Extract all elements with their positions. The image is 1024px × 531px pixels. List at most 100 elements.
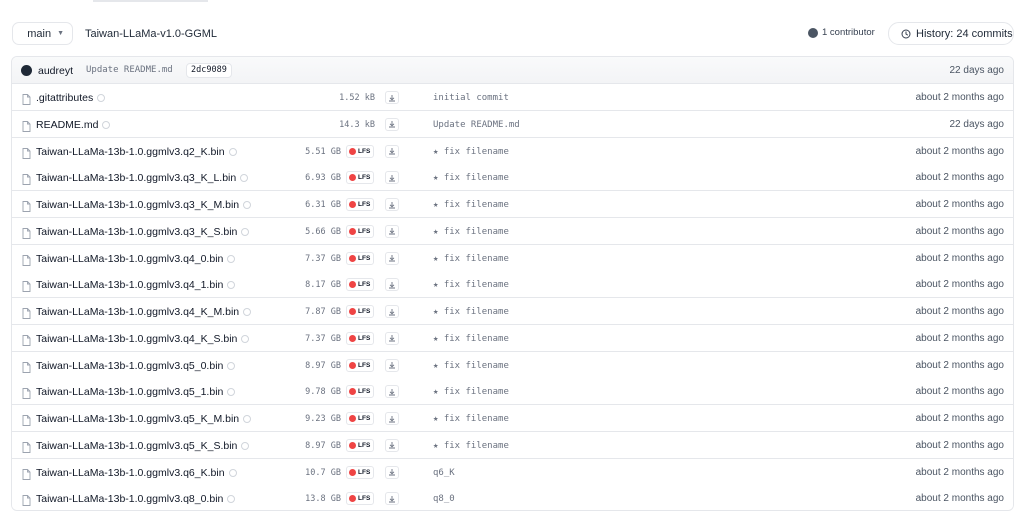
file-name-link[interactable]: Taiwan-LLaMa-13b-1.0.ggmlv3.q4_K_M.bin [36,306,252,318]
file-row[interactable]: Taiwan-LLaMa-13b-1.0.ggmlv3.q5_1.bin 9.78… [12,378,1013,406]
history-button[interactable]: History: 24 commits [888,22,1014,45]
file-name-link[interactable]: README.md [36,119,111,131]
download-button[interactable] [385,251,399,265]
file-row[interactable]: Taiwan-LLaMa-13b-1.0.ggmlv3.q6_K.bin 10.7… [12,458,1013,486]
lfs-label: LFS [358,441,371,449]
safe-file-icon [241,334,250,343]
download-button[interactable] [385,198,399,211]
download-icon [388,308,396,316]
file-row[interactable]: Taiwan-LLaMa-13b-1.0.ggmlv3.q5_0.bin 8.97… [12,351,1013,379]
lfs-badge: LFS [346,331,374,345]
download-icon [388,120,396,128]
download-button[interactable] [385,144,399,158]
download-button[interactable] [385,278,399,292]
file-commit-message[interactable]: q6_K [433,468,455,478]
download-button[interactable] [385,117,399,131]
file-name-link[interactable]: .gitattributes [36,92,106,104]
file-row[interactable]: Taiwan-LLaMa-13b-1.0.ggmlv3.q4_K_S.bin 7.… [12,324,1013,352]
file-name-link[interactable]: Taiwan-LLaMa-13b-1.0.ggmlv3.q5_1.bin [36,386,236,398]
file-commit-message[interactable]: ★ fix filename [433,147,509,157]
download-icon [388,361,396,369]
file-name: Taiwan-LLaMa-13b-1.0.ggmlv3.q4_K_S.bin [36,332,238,345]
download-button[interactable] [385,358,399,372]
file-name: .gitattributes [36,92,94,104]
download-button[interactable] [385,438,399,452]
lfs-label: LFS [358,227,371,235]
safe-file-icon [227,254,236,263]
file-row[interactable]: Taiwan-LLaMa-13b-1.0.ggmlv3.q5_K_S.bin 8.… [12,431,1013,459]
lfs-icon [349,281,356,289]
file-name-link[interactable]: Taiwan-LLaMa-13b-1.0.ggmlv3.q2_K.bin [36,146,237,158]
file-name-link[interactable]: Taiwan-LLaMa-13b-1.0.ggmlv3.q5_K_S.bin [36,439,250,452]
file-commit-message[interactable]: ★ fix filename [433,414,509,424]
file-commit-message[interactable]: ★ fix filename [433,307,509,317]
safe-file-icon [102,120,111,129]
file-commit-message[interactable]: initial commit [433,93,509,103]
file-name: Taiwan-LLaMa-13b-1.0.ggmlv3.q4_1.bin [36,279,224,292]
contributors-link[interactable]: 1 contributor [808,27,875,38]
file-commit-message[interactable]: Update README.md [433,120,520,130]
file-row[interactable]: Taiwan-LLaMa-13b-1.0.ggmlv3.q3_K_L.bin 6.… [12,164,1013,192]
file-commit-message[interactable]: ★ fix filename [433,200,509,210]
file-row[interactable]: Taiwan-LLaMa-13b-1.0.ggmlv3.q2_K.bin 5.51… [12,137,1013,165]
file-name-link[interactable]: Taiwan-LLaMa-13b-1.0.ggmlv3.q4_1.bin [36,279,236,292]
commit-author[interactable]: audreyt [38,65,73,77]
file-commit-message[interactable]: ★ fix filename [433,227,509,237]
file-name-link[interactable]: Taiwan-LLaMa-13b-1.0.ggmlv3.q8_0.bin [36,493,236,505]
file-row[interactable]: Taiwan-LLaMa-13b-1.0.ggmlv3.q4_1.bin 8.17… [12,271,1013,299]
file-commit-message[interactable]: ★ fix filename [433,280,509,290]
download-button[interactable] [385,465,399,479]
file-commit-message[interactable]: ★ fix filename [433,334,509,344]
commit-hash[interactable]: 2dc9089 [186,63,232,78]
branch-selector-button[interactable]: main ▼ [12,22,73,45]
lfs-badge: LFS [346,278,374,292]
download-button[interactable] [385,492,399,506]
lfs-icon [349,308,356,315]
file-commit-message[interactable]: q8_0 [433,494,455,504]
file-icon [22,146,31,164]
file-row[interactable]: Taiwan-LLaMa-13b-1.0.ggmlv3.q4_K_M.bin 7.… [12,298,1013,325]
lfs-icon [349,415,356,422]
lfs-icon [349,441,356,449]
file-name-link[interactable]: Taiwan-LLaMa-13b-1.0.ggmlv3.q3_K_M.bin [36,199,252,211]
lfs-label: LFS [358,174,371,182]
file-name-link[interactable]: Taiwan-LLaMa-13b-1.0.ggmlv3.q4_K_S.bin [36,332,250,345]
file-name-link[interactable]: Taiwan-LLaMa-13b-1.0.ggmlv3.q5_K_M.bin [36,413,252,425]
file-row[interactable]: Taiwan-LLaMa-13b-1.0.ggmlv3.q5_K_M.bin 9.… [12,405,1013,432]
safe-file-icon [228,468,237,477]
file-row[interactable]: Taiwan-LLaMa-13b-1.0.ggmlv3.q4_0.bin 7.37… [12,244,1013,272]
file-row[interactable]: README.md 14.3 kB Update README.md 22 days … [12,110,1013,138]
file-row[interactable]: Taiwan-LLaMa-13b-1.0.ggmlv3.q3_K_S.bin 5.… [12,217,1013,245]
lfs-label: LFS [358,415,371,422]
file-row[interactable]: Taiwan-LLaMa-13b-1.0.ggmlv3.q3_K_M.bin 6.… [12,191,1013,218]
repo-path-breadcrumb[interactable]: Taiwan-LLaMa-v1.0-GGML [85,28,217,40]
file-name: Taiwan-LLaMa-13b-1.0.ggmlv3.q5_K_S.bin [36,439,238,452]
file-row[interactable]: Taiwan-LLaMa-13b-1.0.ggmlv3.q8_0.bin 13.8… [12,485,1013,510]
file-commit-message[interactable]: ★ fix filename [433,387,509,397]
download-button[interactable] [385,91,399,104]
download-button[interactable] [385,331,399,345]
download-button[interactable] [385,305,399,318]
lfs-icon [349,227,356,235]
file-name: Taiwan-LLaMa-13b-1.0.ggmlv3.q3_K_M.bin [36,199,240,211]
file-size: 9.23 GB [305,414,341,424]
file-row[interactable]: .gitattributes 1.52 kB initial commit about… [12,84,1013,111]
file-commit-message[interactable]: ★ fix filename [433,441,509,451]
download-button[interactable] [385,385,399,399]
lfs-badge: LFS [346,144,374,158]
file-commit-message[interactable]: ★ fix filename [433,173,509,183]
download-button[interactable] [385,224,399,238]
file-name-link[interactable]: Taiwan-LLaMa-13b-1.0.ggmlv3.q3_K_L.bin [36,172,249,184]
file-commit-message[interactable]: ★ fix filename [433,361,509,371]
file-name-link[interactable]: Taiwan-LLaMa-13b-1.0.ggmlv3.q4_0.bin [36,253,236,265]
file-name-link[interactable]: Taiwan-LLaMa-13b-1.0.ggmlv3.q5_0.bin [36,360,236,372]
file-commit-message[interactable]: ★ fix filename [433,254,509,264]
download-button[interactable] [385,412,399,425]
download-button[interactable] [385,171,399,185]
file-name-link[interactable]: Taiwan-LLaMa-13b-1.0.ggmlv3.q3_K_S.bin [36,226,250,238]
lfs-icon [349,201,356,208]
file-size: 5.66 GB [305,226,341,237]
file-name-link[interactable]: Taiwan-LLaMa-13b-1.0.ggmlv3.q6_K.bin [36,467,237,479]
commit-message[interactable]: Update README.md [86,65,173,75]
safe-file-icon [227,388,236,397]
